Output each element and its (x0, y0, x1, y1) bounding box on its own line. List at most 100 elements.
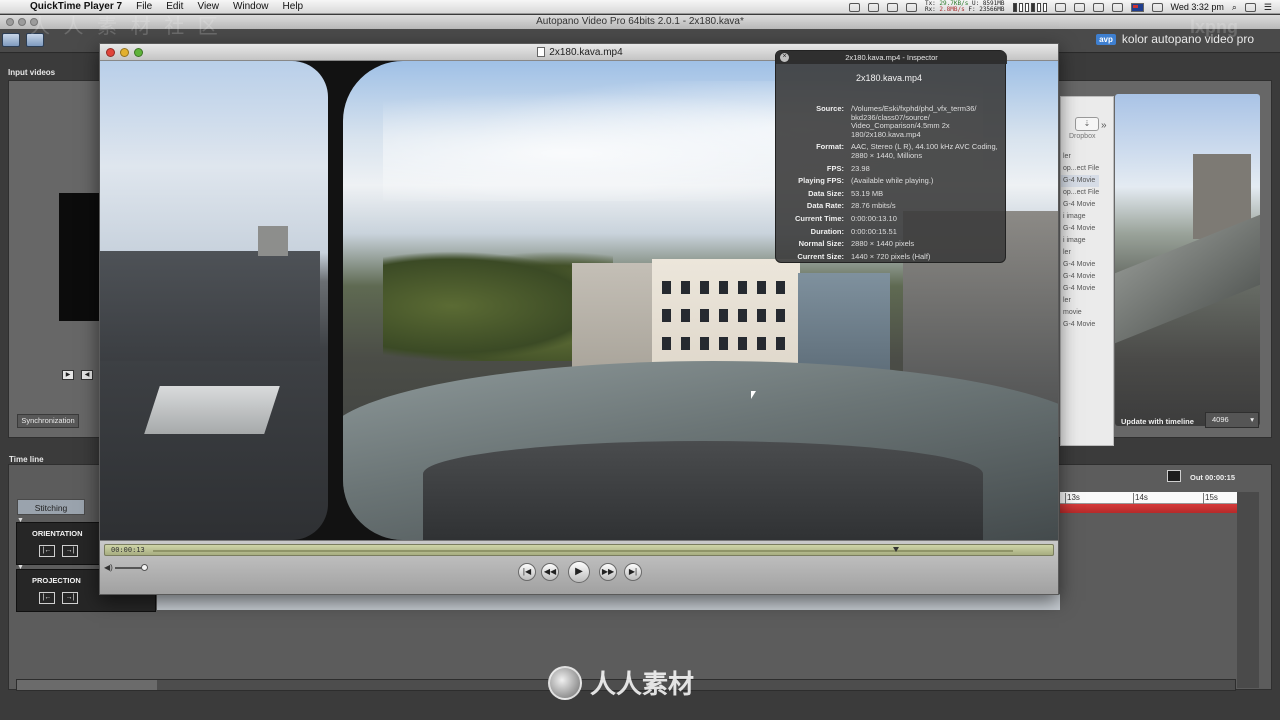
quicktime-controls: 00:00:13 ◀) |◀ ◀◀ ▶ ▶▶ ▶| (100, 540, 1058, 594)
volume-slider-knob[interactable] (140, 563, 148, 571)
time-machine-icon[interactable] (1073, 2, 1085, 12)
list-item[interactable]: G-4 Movie (1061, 283, 1099, 295)
inspector-row: Source: /Volumes/Eski/fxphd/phd_vfx_term3… (776, 104, 1007, 139)
inspector-value: 23.98 (851, 163, 870, 173)
inspector-value: 0:00:00:13.10 (851, 213, 897, 223)
memory-bars-icon[interactable] (1012, 2, 1047, 12)
skip-to-end-button[interactable]: ▶| (624, 563, 642, 581)
inspector-key: Normal Size: (798, 239, 844, 249)
network-monitor[interactable]: Tx: 29.7KB/s U: 8591MB Rx: 2.8MB/s F: 23… (925, 1, 1005, 13)
list-item[interactable]: movie (1061, 307, 1099, 319)
inspector-row: Data Rate: 28.76 mbits/s (776, 202, 1007, 211)
inspector-key: Current Time: (794, 213, 844, 223)
rewind-button[interactable]: ◀◀ (541, 563, 559, 581)
ruler-tick: 15s (1203, 493, 1218, 504)
timeline-strip[interactable] (157, 594, 1060, 610)
inspector-properties: Source: /Volumes/Eski/fxphd/phd_vfx_term3… (776, 104, 1007, 265)
list-item[interactable]: op...ect File (1061, 163, 1099, 175)
inspector-row: Current Size: 1440 × 720 pixels (Half) (776, 251, 1007, 262)
status-icon[interactable] (905, 2, 917, 12)
notification-icon[interactable]: ☰ (1264, 2, 1272, 13)
resolution-select[interactable]: 4096 (1205, 412, 1259, 428)
inspector-key: FPS: (826, 163, 844, 173)
list-item[interactable]: ler (1061, 295, 1099, 307)
playback-range-bar[interactable] (1060, 504, 1237, 513)
file-list: ler op...ect File G-4 Movie op...ect File G-… (1061, 151, 1100, 331)
list-item[interactable]: G-4 Movie (1061, 271, 1099, 283)
inspector-key: Format: (816, 142, 844, 152)
volume-icon[interactable] (1151, 2, 1163, 12)
wifi-icon[interactable] (1111, 2, 1123, 12)
inspector-row: Playing FPS: (Available while playing.) (776, 177, 1007, 186)
volume-icon[interactable]: ◀ (81, 370, 93, 380)
chevron-right-icon[interactable]: » (1101, 120, 1107, 131)
list-item[interactable]: G-4 Movie (1061, 175, 1100, 187)
update-with-timeline-label[interactable]: Update with timeline (1121, 417, 1194, 426)
bluetooth-icon[interactable] (1092, 2, 1104, 12)
spotlight-icon[interactable]: ⌕ (1232, 2, 1237, 13)
menu-window[interactable]: Window (233, 1, 269, 12)
keyframe-next-button[interactable]: →| (62, 545, 78, 557)
dropbox-label: Dropbox (1069, 133, 1096, 140)
document-icon (537, 47, 546, 58)
user-icon[interactable] (1244, 2, 1256, 12)
volume-control[interactable]: ◀) (104, 563, 148, 572)
out-point-icon[interactable] (1167, 470, 1181, 482)
inspector-row: Data Size: 53.19 MB (776, 188, 1007, 199)
play-icon[interactable]: ▶ (62, 370, 74, 380)
inspector-row: Normal Size: 2880 × 1440 pixels (776, 240, 1007, 249)
mouse-cursor-icon (751, 391, 756, 399)
inspector-key: Data Rate: (806, 201, 844, 211)
quicktime-window-title: 2x180.kava.mp4 (549, 47, 623, 58)
synchronization-button[interactable]: Synchronization (17, 414, 79, 428)
inspector-value: /Volumes/Eski/fxphd/phd_vfx_term36/ bkd2… (851, 104, 977, 139)
watermark: 人人素材 (548, 664, 694, 701)
inspector-key: Playing FPS: (798, 176, 844, 186)
keyframe-next-button[interactable]: →| (62, 592, 78, 604)
keyframe-prev-button[interactable]: |← (39, 592, 55, 604)
tab-stitching[interactable]: Stitching (17, 499, 85, 515)
minimize-button[interactable] (120, 48, 129, 57)
play-button[interactable]: ▶ (568, 561, 590, 583)
close-icon[interactable]: × (780, 53, 789, 62)
list-item[interactable]: i image (1061, 211, 1099, 223)
keyframe-prev-button[interactable]: |← (39, 545, 55, 557)
dropbox-icon[interactable] (867, 2, 879, 12)
list-item[interactable]: ler (1061, 247, 1099, 259)
fisheye-left-image (100, 61, 328, 540)
playhead[interactable] (892, 547, 899, 552)
timeline-scrubber[interactable]: 00:00:13 (104, 544, 1054, 556)
inspector-value: 53.19 MB (851, 188, 884, 198)
list-item[interactable]: i image (1061, 235, 1099, 247)
list-item[interactable]: G-4 Movie (1061, 199, 1099, 211)
menu-help[interactable]: Help (283, 1, 304, 12)
dropbox-icon[interactable]: ⇣ (1075, 117, 1099, 131)
status-icon[interactable] (848, 2, 860, 12)
close-button[interactable] (106, 48, 115, 57)
clock[interactable]: Wed 3:32 pm (1171, 2, 1224, 12)
inspector-key: Current Size: (797, 251, 844, 261)
inspector-row: FPS: 23.98 (776, 163, 1007, 174)
fast-forward-button[interactable]: ▶▶ (599, 563, 617, 581)
list-item[interactable]: G-4 Movie (1061, 319, 1099, 331)
zoom-button[interactable] (134, 48, 143, 57)
skip-to-start-button[interactable]: |◀ (518, 563, 536, 581)
input-videos-label: Input videos (8, 68, 56, 77)
import-video-icon[interactable] (2, 33, 20, 47)
timeline-ruler[interactable]: 13s 14s 15s (1060, 492, 1238, 504)
menu-extras: Tx: 29.7KB/s U: 8591MB Rx: 2.8MB/s F: 23… (848, 0, 1280, 14)
list-item[interactable]: G-4 Movie (1061, 223, 1099, 235)
dropbox-panel: ⇣ Dropbox ler op...ect File G-4 Movie op...… (1060, 96, 1114, 446)
inspector-value: 0:00:00:15.51 (851, 226, 897, 236)
list-item[interactable]: G-4 Movie (1061, 259, 1099, 271)
panorama-preview[interactable] (1115, 94, 1260, 426)
inspector-value: (Available while playing.) (851, 176, 934, 186)
watermark-logo (548, 665, 582, 700)
list-item[interactable]: ler (1061, 151, 1099, 163)
battery-icon[interactable] (1054, 2, 1066, 12)
inspector-file-name: 2x180.kava.mp4 (856, 73, 923, 83)
timeline-vertical-scrollbar[interactable] (1237, 492, 1259, 688)
status-icon[interactable] (886, 2, 898, 12)
list-item[interactable]: op...ect File (1061, 187, 1099, 199)
input-source-flag-icon[interactable] (1130, 2, 1144, 12)
